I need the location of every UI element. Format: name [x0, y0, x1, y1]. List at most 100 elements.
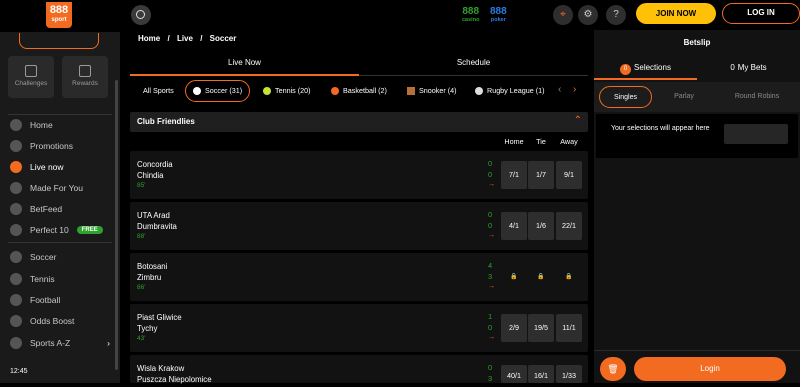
away-team: Chindia	[137, 171, 164, 180]
casino-label: casino	[462, 17, 480, 23]
sidebar-item-tennis[interactable]: Tennis	[10, 270, 110, 288]
sidebar-item-live-now[interactable]: Live now	[10, 158, 110, 176]
odds-tie-button[interactable]: 1/6	[528, 212, 554, 240]
odds-away-button[interactable]: 22/1	[556, 212, 582, 240]
sidebar-item-football[interactable]: Football	[10, 291, 110, 309]
rewards-tile[interactable]: Rewards	[62, 56, 108, 98]
sidebar-item-promotions[interactable]: Promotions	[10, 137, 110, 155]
arrow-right-icon[interactable]: →	[488, 181, 495, 188]
breadcrumb-home[interactable]: Home	[138, 34, 160, 43]
sport-chip-label: Basketball (2)	[343, 86, 387, 95]
odds-home-button[interactable]: 40/1	[501, 365, 527, 383]
match-row[interactable]: Piast Gliwice Tychy 43' 1 0 → 2/9 19/5 1…	[130, 304, 588, 352]
arrow-right-icon[interactable]: →	[488, 283, 495, 290]
betslip-tabs: 0 Selections 0 My Bets	[594, 58, 800, 80]
sidebar-scrollbar[interactable]	[115, 80, 118, 370]
sidebar-item-soccer[interactable]: Soccer	[10, 248, 110, 266]
chevron-left-icon[interactable]: ‹	[558, 84, 561, 95]
divider	[8, 114, 112, 115]
tab-selections[interactable]: 0 Selections	[594, 58, 697, 80]
sidebar-item-perfect-10[interactable]: Perfect 10 FREE	[10, 221, 110, 239]
match-row[interactable]: UTA Arad Dumbravita 88' 0 0 → 4/1 1/6 22…	[130, 202, 588, 250]
sidebar-item-label: Made For You	[30, 183, 83, 193]
soccer-icon	[193, 87, 201, 95]
lock-icon: 🔒	[565, 274, 573, 280]
score-away: 0	[488, 170, 493, 179]
logo-number: 888	[49, 4, 69, 16]
lock-icon: 🔒	[537, 274, 545, 280]
arrow-right-icon[interactable]: →	[488, 232, 495, 239]
challenges-tile[interactable]: Challenges	[8, 56, 54, 98]
help-icon[interactable]: ?	[606, 5, 626, 25]
gear-icon[interactable]: ⚙	[578, 5, 598, 25]
odds-home-button[interactable]: 4/1	[501, 212, 527, 240]
bet-type-round-robins[interactable]: Round Robins	[722, 86, 792, 108]
competition-title: Club Friendlies	[137, 117, 195, 126]
sidebar-item-betfeed[interactable]: BetFeed	[10, 200, 110, 218]
column-home: Home	[504, 137, 524, 146]
odds-tie-button[interactable]: 19/5	[528, 314, 554, 342]
sport-chip-label: Soccer (31)	[205, 86, 243, 95]
shirt-icon	[25, 65, 37, 77]
chevron-right-icon: ›	[107, 338, 110, 348]
match-row[interactable]: Wisla Krakow Puszcza Niepolomice 0 3 40/…	[130, 355, 588, 384]
odds-tie-button[interactable]: 16/1	[528, 365, 554, 383]
home-icon	[10, 119, 22, 131]
logo-sub: sport	[51, 17, 67, 23]
match-row[interactable]: Concordia Chindia 85' 0 0 → 7/1 1/7 9/1	[130, 151, 588, 199]
casino-link[interactable]: 888 casino	[462, 6, 479, 26]
log-in-button[interactable]: LOG IN	[722, 3, 800, 24]
poker-link[interactable]: 888 poker	[490, 6, 507, 26]
bet-type-singles[interactable]: Singles	[599, 86, 652, 108]
888sport-logo[interactable]: 888 sport	[46, 2, 72, 28]
casino-number: 888	[462, 6, 480, 17]
boost-icon	[10, 315, 22, 327]
breadcrumb-live[interactable]: Live	[177, 34, 193, 43]
odds-home-button[interactable]: 7/1	[501, 161, 527, 189]
score-home: 4	[488, 261, 493, 270]
sidebar-item-home[interactable]: Home	[10, 116, 110, 134]
odds-tie-button[interactable]: 1/7	[528, 161, 554, 189]
arrow-right-icon[interactable]: →	[488, 334, 495, 341]
sport-chip-snooker[interactable]: Snooker (4)	[407, 80, 457, 102]
odds-away-button[interactable]: 9/1	[556, 161, 582, 189]
breadcrumb-soccer: Soccer	[209, 34, 237, 43]
chevron-right-icon[interactable]: ›	[573, 84, 576, 95]
odds-away-button[interactable]: 11/1	[556, 314, 582, 342]
match-minute: 43'	[137, 335, 146, 342]
account-button[interactable]	[19, 33, 99, 49]
match-row[interactable]: Botosani Zimbru 86' 4 3 → 🔒 🔒 🔒	[130, 253, 588, 301]
view-tabs: Live Now Schedule	[130, 52, 588, 76]
bet-type-parlay[interactable]: Parlay	[660, 86, 708, 108]
tab-live-now[interactable]: Live Now	[130, 52, 359, 76]
sidebar-item-made-for-you[interactable]: Made For You	[10, 179, 110, 197]
odds-away-button[interactable]: 1/33	[556, 365, 582, 383]
sport-chip-tennis[interactable]: Tennis (20)	[263, 80, 311, 102]
tab-my-bets[interactable]: 0 My Bets	[697, 58, 800, 80]
breadcrumb-separator: /	[167, 34, 170, 43]
tab-schedule[interactable]: Schedule	[359, 52, 588, 76]
trash-icon[interactable]: 🗑	[600, 357, 626, 381]
join-now-button[interactable]: JOIN NOW	[636, 3, 716, 24]
sport-chip-all[interactable]: All Sports	[143, 80, 174, 102]
location-icon[interactable]: ⌖	[553, 5, 573, 25]
home-team: Botosani	[137, 262, 168, 271]
odds-home-button[interactable]: 2/9	[501, 314, 527, 342]
left-sidebar: 888 sport Challenges Rewards Home Promot…	[0, 0, 120, 383]
score-home: 0	[488, 363, 493, 372]
basketball-icon	[331, 87, 339, 95]
chevron-up-icon[interactable]: ⌃	[574, 115, 582, 126]
away-team: Zimbru	[137, 273, 162, 282]
score-home: 1	[488, 312, 493, 321]
sidebar-item-sports-a-z[interactable]: Sports A-Z ›	[10, 334, 110, 352]
score-away: 0	[488, 323, 493, 332]
sport-chip-rugby-league[interactable]: Rugby League (1)	[475, 80, 545, 102]
sport-chip-basketball[interactable]: Basketball (2)	[331, 80, 387, 102]
sport-chip-soccer[interactable]: Soccer (31)	[185, 80, 251, 102]
betslip-login-button[interactable]: Login	[634, 357, 786, 381]
competition-header[interactable]: Club Friendlies ⌃	[130, 112, 588, 132]
match-minute: 88'	[137, 233, 146, 240]
my-bets-count: 0	[730, 63, 735, 72]
sidebar-item-odds-boost[interactable]: Odds Boost	[10, 312, 110, 330]
search-icon[interactable]	[131, 5, 151, 25]
